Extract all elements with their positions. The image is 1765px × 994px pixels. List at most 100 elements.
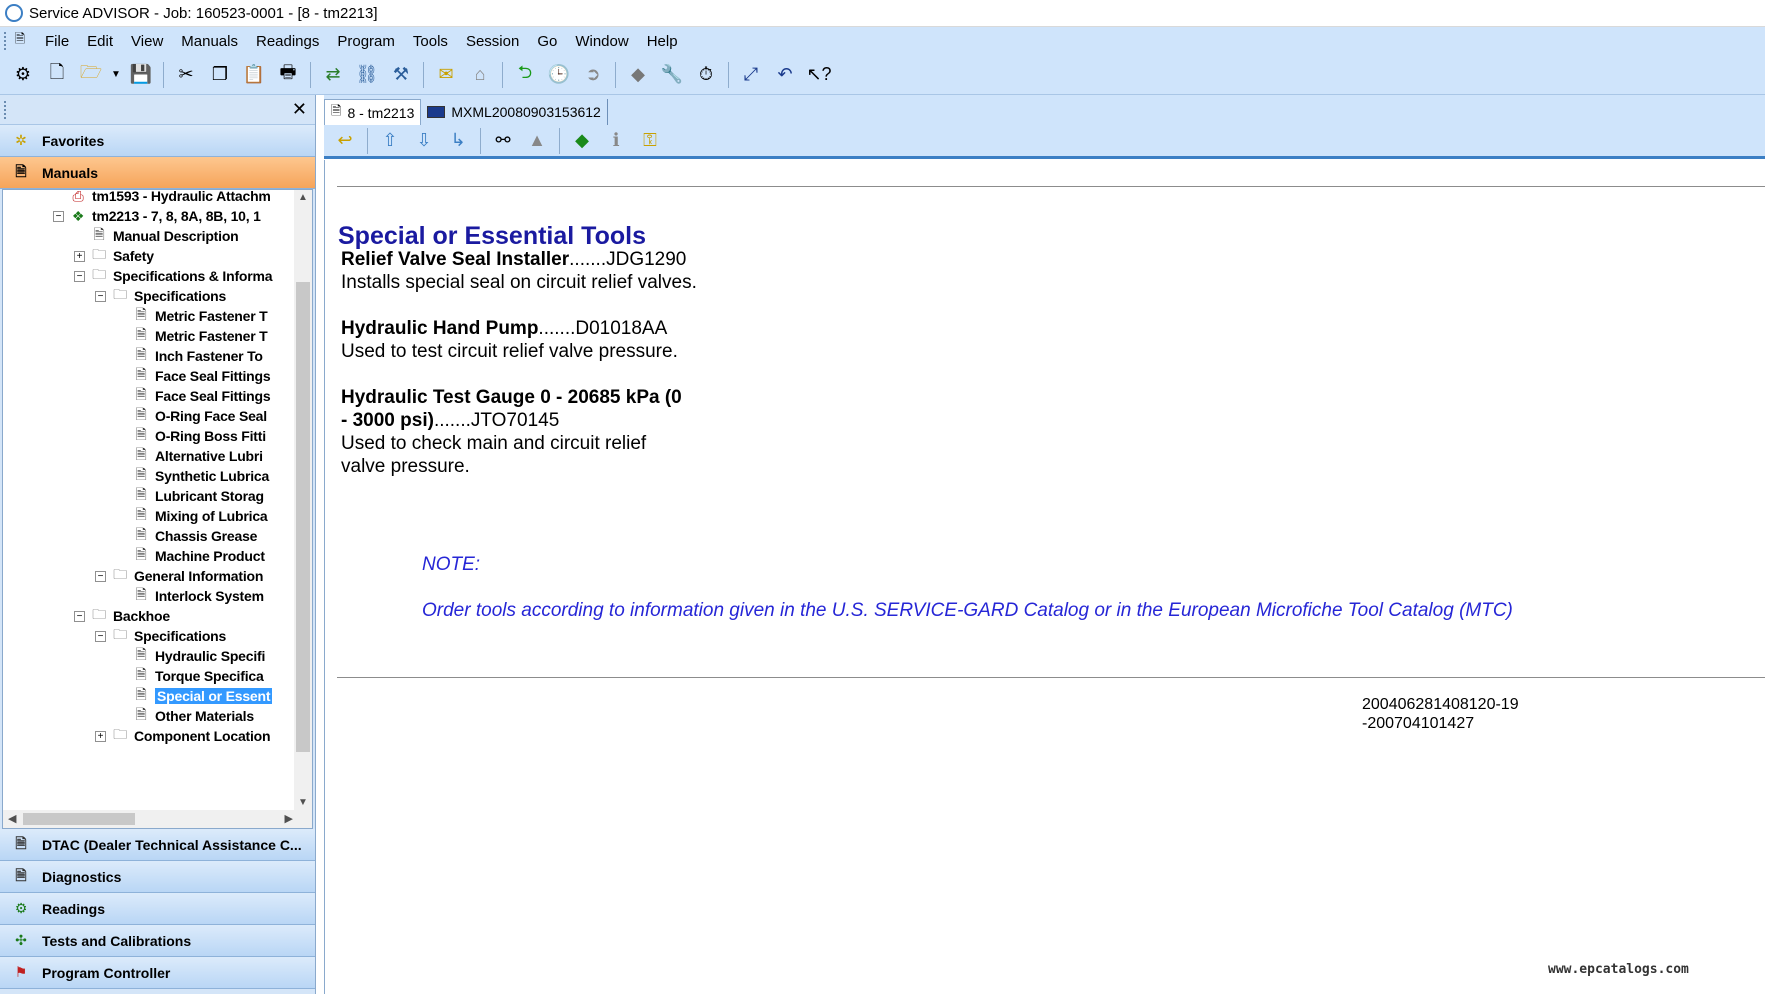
tree-item[interactable]: + 🗀 Component Location [95,725,271,747]
save-icon[interactable]: 💾 [126,60,156,90]
open-folder-icon[interactable]: 🗁 [76,60,106,90]
collapse-icon[interactable]: − [74,270,85,282]
info-icon[interactable]: ℹ [601,126,631,156]
copy-icon[interactable]: ❐ [205,60,235,90]
nav-bar-readings[interactable]: ⚙ Readings [0,893,315,925]
scroll-left-icon[interactable]: ◀ [8,812,16,825]
menu-session[interactable]: Session [457,33,528,50]
tab-mxml[interactable]: MXML20080903153612 [421,99,608,125]
tree-item[interactable]: 🗎 Machine Product [116,545,265,567]
toolbar-separator [559,127,560,154]
favorites-bar[interactable]: ✲ Favorites [0,125,315,157]
back-icon[interactable]: ⮌ [510,60,540,90]
document-icon[interactable]: 🗎 [12,31,28,49]
new-document-icon[interactable]: 🗋 [42,60,72,90]
nav-bar-diagnostics[interactable]: 🗎 Diagnostics [0,861,315,893]
tree-list: ⎙ tm1593 - Hydraulic Attachm − ❖ tm2213 - 7,… [3,190,297,810]
bookmark-add-icon[interactable]: ◆ [567,126,597,156]
pdf-icon: ⎙ [72,190,84,204]
diamond-icon[interactable]: ◆ [623,60,653,90]
tree-item[interactable]: − 🗀 Specifications & Informa [74,265,273,287]
timer-icon[interactable]: ⏱ [691,60,721,90]
restore-icon[interactable]: ↶ [770,60,800,90]
tree-vertical-scrollbar[interactable]: ▲ ▼ [294,190,312,810]
scroll-down-icon[interactable]: ▼ [298,797,308,808]
collapse-icon[interactable]: − [74,610,85,622]
print-icon[interactable]: 🖶 [273,60,303,90]
menu-readings[interactable]: Readings [247,33,328,50]
tree-item[interactable]: 🗎 Interlock System [116,585,264,607]
triangle-icon[interactable]: ▲ [522,126,552,156]
tool-icon[interactable]: 🔧 [657,60,687,90]
menu-file[interactable]: File [36,33,78,50]
favorites-icon: ✲ [15,132,27,148]
mail-icon[interactable]: ✉ [431,60,461,90]
history-icon[interactable]: 🕒 [544,60,574,90]
tree-item-label: Metric Fastener T [155,328,268,344]
dropdown-arrow-icon[interactable]: ▼ [110,60,122,90]
tool-name: Hydraulic Hand Pump [341,318,539,339]
forward-icon[interactable]: ➲ [578,60,608,90]
toolbar-grip[interactable] [4,32,8,50]
nav-bar-label: Diagnostics [42,868,122,885]
menu-help[interactable]: Help [638,33,687,50]
document-id: 200406281408120-19-200704101427 [1362,696,1519,732]
nav-bar-tests[interactable]: ✣ Tests and Calibrations [0,925,315,957]
tree-item-label: Specifications [134,288,227,304]
tree-item[interactable]: 🗎 Other Materials [116,705,254,727]
tool-dots: ....... [569,249,607,270]
bottom-divider [337,677,1765,678]
network-icon[interactable]: ⛓ [352,60,382,90]
tree-item[interactable]: + 🗀 Safety [74,245,154,267]
collapse-icon[interactable]: − [95,290,106,302]
home-icon[interactable]: ⌂ [465,60,495,90]
menu-go[interactable]: Go [528,33,566,50]
menu-view[interactable]: View [122,33,172,50]
connect-icon[interactable]: ⇄ [318,60,348,90]
tree-item[interactable]: − ❖ tm2213 - 7, 8, 8A, 8B, 10, 1 [53,205,261,227]
scroll-up-icon[interactable]: ▲ [298,192,308,203]
menu-program[interactable]: Program [328,33,404,50]
tree-item-label: Lubricant Storag [155,488,264,504]
return-icon[interactable]: ↩ [330,126,360,156]
scroll-thumb[interactable] [296,282,310,752]
binoculars-icon[interactable]: ⚯ [488,126,518,156]
manuals-bar[interactable]: 🗎 Manuals [0,157,315,189]
expand-icon[interactable]: + [74,250,85,262]
paste-icon[interactable]: 📋 [239,60,269,90]
close-icon[interactable]: ✕ [292,99,307,120]
tab-tm2213[interactable]: 🗎 8 - tm2213 [324,99,422,125]
maximize-icon[interactable]: ⤢ [736,60,766,90]
collapse-icon[interactable]: − [95,570,106,582]
folder-icon: 🗀 [113,726,127,742]
nav-bar-dtac[interactable]: 🗎 DTAC (Dealer Technical Assistance C... [0,829,315,861]
nav-bar-program[interactable]: ⚑ Program Controller [0,957,315,989]
settings-network-icon[interactable]: ⚒ [386,60,416,90]
tool-part-number: D01018AA [575,318,668,339]
jump-icon[interactable]: ↳ [443,126,473,156]
collapse-icon[interactable]: − [95,630,106,642]
tree-horizontal-scrollbar[interactable]: ◀ ▶ [3,810,297,828]
menu-window[interactable]: Window [566,33,637,50]
tree-item[interactable]: − 🗀 General Information [95,565,263,587]
horizontal-scroll-thumb[interactable] [23,813,135,825]
up-arrow-icon[interactable]: ⇧ [375,126,405,156]
key-icon[interactable]: ⚿ [635,126,665,156]
cut-icon[interactable]: ✂ [171,60,201,90]
panel-grip[interactable] [4,100,8,119]
tab-label: MXML20080903153612 [451,104,601,120]
help-cursor-icon[interactable]: ↖? [804,60,834,90]
scroll-right-icon[interactable]: ▶ [285,812,293,825]
menu-edit[interactable]: Edit [78,33,122,50]
menu-tools[interactable]: Tools [404,33,457,50]
down-arrow-icon[interactable]: ⇩ [409,126,439,156]
tree-item[interactable]: − 🗀 Specifications [95,625,226,647]
expand-icon[interactable]: + [95,730,106,742]
tree-item[interactable]: − 🗀 Specifications [95,285,226,307]
collapse-icon[interactable]: − [53,210,64,222]
new-job-icon[interactable]: ⚙ [8,60,38,90]
menu-manuals[interactable]: Manuals [172,33,247,50]
